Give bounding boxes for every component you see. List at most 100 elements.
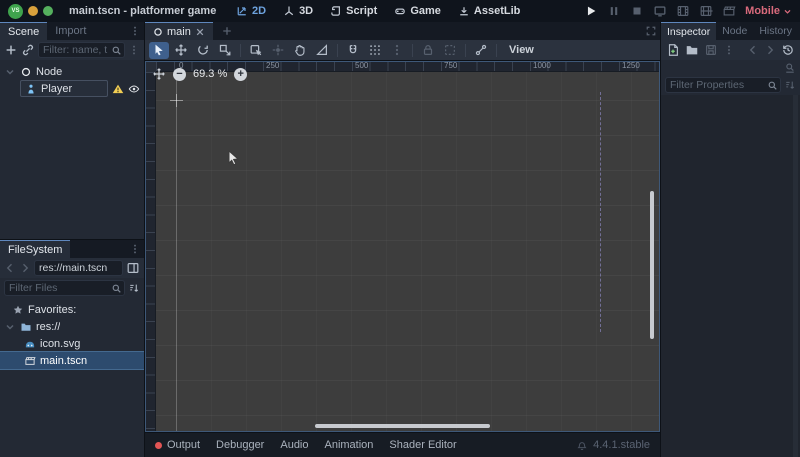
origin-marker (170, 100, 183, 101)
tree-row-node[interactable]: Node (0, 63, 144, 80)
play-custom-scene-button[interactable] (699, 4, 713, 18)
recorder-badge: VS (8, 4, 23, 19)
canvas-vertical-scrollbar[interactable] (650, 191, 654, 339)
remote-debug-button[interactable] (653, 4, 667, 18)
plus-icon (221, 25, 233, 37)
pivot-tool-button[interactable] (268, 42, 288, 59)
history-button[interactable] (781, 43, 795, 57)
window-zoom-button[interactable] (43, 6, 53, 16)
file-row-main-tscn[interactable]: main.tscn (0, 352, 144, 369)
edit-forward-button[interactable] (764, 44, 776, 56)
inspector-dock: Inspector Node History (660, 22, 800, 457)
scene-menu-icon[interactable] (128, 44, 140, 56)
edit-back-button[interactable] (747, 44, 759, 56)
stop-button[interactable] (630, 4, 644, 18)
history-back-button[interactable] (4, 262, 16, 274)
file-row-icon-svg[interactable]: icon.svg (0, 335, 144, 352)
warning-icon[interactable] (112, 83, 124, 95)
workspace-game-button[interactable]: Game (394, 5, 441, 17)
pause-button[interactable] (607, 4, 621, 18)
instance-scene-button[interactable] (21, 43, 35, 57)
snap-options-menu[interactable] (387, 42, 407, 59)
inspector-toolbar (661, 40, 800, 60)
select-tool-button[interactable] (149, 42, 169, 59)
load-resource-button[interactable] (685, 43, 699, 57)
zoom-out-button[interactable]: − (173, 68, 186, 81)
close-icon[interactable] (195, 27, 205, 37)
dock-menu-icon[interactable] (129, 25, 141, 37)
engine-version: 4.4.1.stable (593, 439, 650, 451)
move-tool-button[interactable] (171, 42, 191, 59)
tab-filesystem[interactable]: FileSystem (0, 240, 70, 258)
window-minimize-button[interactable] (28, 6, 38, 16)
split-mode-button[interactable] (126, 261, 140, 275)
add-node-button[interactable] (4, 43, 18, 57)
tab-scene[interactable]: Scene (0, 22, 47, 40)
notifications-icon[interactable] (576, 439, 588, 451)
folder-icon (20, 321, 32, 333)
snap-toggle-button[interactable] (343, 42, 363, 59)
play-scene-button[interactable] (676, 4, 690, 18)
tab-import[interactable]: Import (47, 22, 94, 40)
bottom-tab-animation[interactable]: Animation (325, 439, 374, 451)
workspace-3d-button[interactable]: 3D (283, 5, 313, 17)
workspace-assetlib-button[interactable]: AssetLib (458, 5, 520, 17)
zoom-in-button[interactable]: + (234, 68, 247, 81)
ruler-tool-button[interactable] (312, 42, 332, 59)
group-node-button[interactable] (440, 42, 460, 59)
favorites-row[interactable]: Favorites: (0, 301, 144, 318)
bottom-tab-debugger[interactable]: Debugger (216, 439, 264, 451)
folder-row-res[interactable]: res:// (0, 318, 144, 335)
collapse-icon[interactable] (4, 66, 16, 78)
filesystem-filter-input[interactable] (4, 280, 125, 296)
left-dock: Scene Import Node (0, 22, 145, 457)
sort-files-button[interactable] (128, 282, 140, 294)
visibility-icon[interactable] (128, 83, 140, 95)
center-area: main (145, 22, 660, 457)
pan-tool-button[interactable] (290, 42, 310, 59)
2d-viewport[interactable]: 0 250 500 750 1000 1250 − 69.3 % + (145, 61, 660, 432)
bottom-tab-shader-editor[interactable]: Shader Editor (389, 439, 456, 451)
current-path-field[interactable] (34, 260, 123, 276)
collapse-icon[interactable] (4, 321, 16, 333)
pivot-icon (271, 43, 285, 57)
bottom-tab-audio[interactable]: Audio (280, 439, 308, 451)
node-icon (20, 66, 32, 78)
move-icon (174, 43, 188, 57)
grid-toggle-button[interactable] (365, 42, 385, 59)
play-button[interactable] (584, 4, 598, 18)
view-menu-button[interactable]: View (502, 44, 541, 56)
lock-node-button[interactable] (418, 42, 438, 59)
rotate-tool-button[interactable] (193, 42, 213, 59)
center-view-icon[interactable] (152, 67, 166, 81)
tab-history[interactable]: History (753, 22, 798, 40)
skeleton-options-button[interactable] (471, 42, 491, 59)
scale-tool-button[interactable] (215, 42, 235, 59)
scene-dock-tabs: Scene Import (0, 22, 144, 40)
dock-menu-icon[interactable] (129, 243, 141, 255)
tab-inspector[interactable]: Inspector (661, 22, 716, 40)
zoom-level[interactable]: 69.3 % (193, 68, 227, 80)
bottom-tab-output[interactable]: Output (155, 439, 200, 451)
canvas-horizontal-scrollbar[interactable] (315, 424, 490, 428)
tab-node[interactable]: Node (716, 22, 753, 40)
property-sort-button[interactable] (784, 79, 796, 91)
save-resource-button[interactable] (704, 43, 718, 57)
list-select-tool-button[interactable] (246, 42, 266, 59)
scene-tab-main[interactable]: main (145, 22, 213, 40)
main-layout: Scene Import Node (0, 22, 800, 457)
new-scene-tab-button[interactable] (213, 22, 241, 40)
movie-maker-button[interactable] (722, 4, 736, 18)
menu-dots-icon (390, 43, 404, 57)
history-forward-button[interactable] (19, 262, 31, 274)
search-icon (111, 45, 122, 56)
tree-row-player[interactable]: Player (0, 80, 144, 97)
renderer-dropdown[interactable]: Mobile (745, 5, 792, 17)
resource-menu-icon[interactable] (723, 44, 735, 56)
workspace-script-button[interactable]: Script (330, 5, 377, 17)
inspector-filter-input[interactable] (665, 77, 781, 93)
open-docs-icon[interactable] (784, 62, 796, 74)
expand-viewport-icon[interactable] (645, 25, 657, 37)
workspace-2d-button[interactable]: 2D (236, 5, 266, 17)
new-resource-button[interactable] (666, 43, 680, 57)
